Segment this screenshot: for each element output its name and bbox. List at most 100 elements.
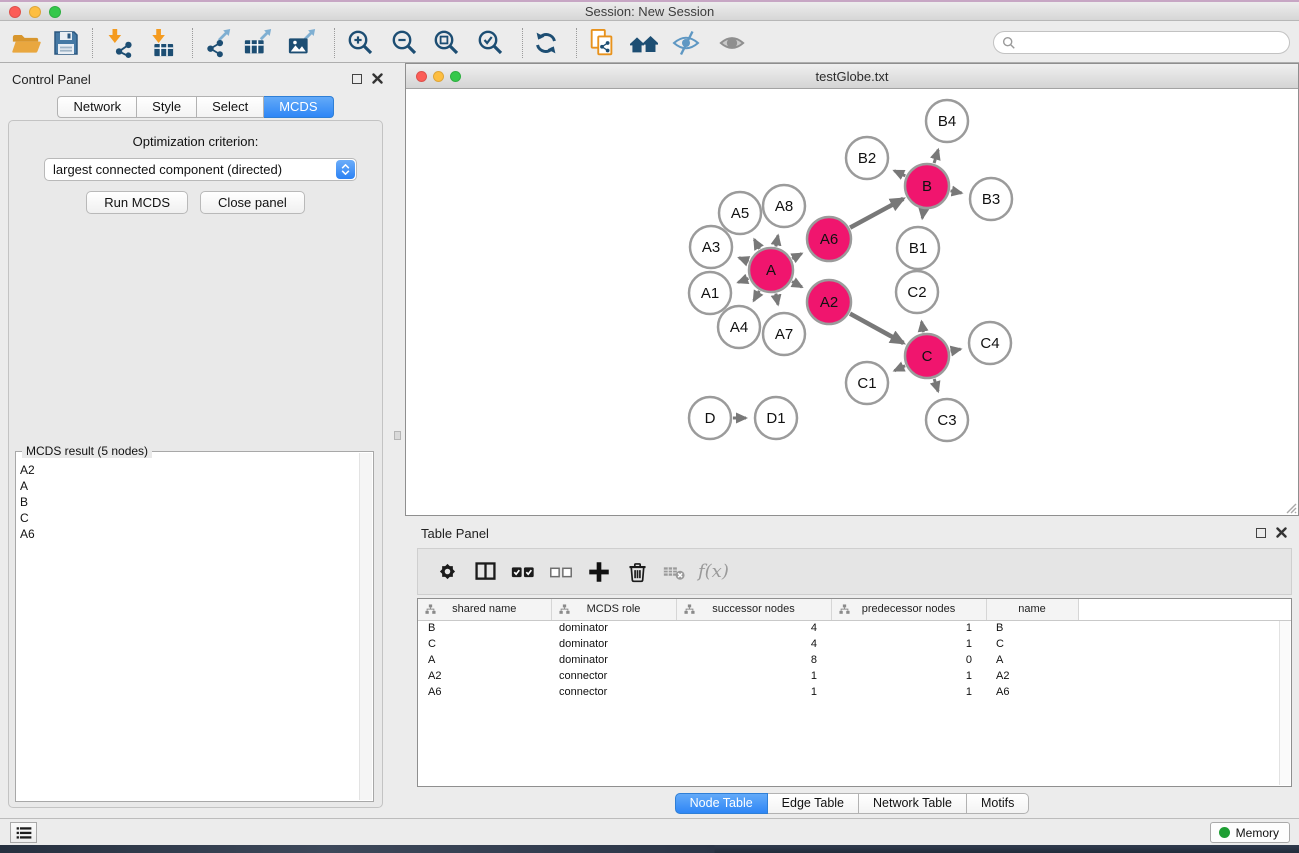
close-window-button[interactable] (9, 6, 21, 18)
splitter-grip[interactable] (394, 431, 401, 440)
table-settings-button[interactable] (428, 556, 466, 588)
graph-edge-A-A3[interactable] (739, 258, 749, 262)
tab-style[interactable]: Style (137, 96, 197, 118)
graph-edge-B-B1[interactable] (922, 210, 923, 219)
select-all-columns-button[interactable] (504, 556, 542, 588)
search-input[interactable] (1021, 36, 1281, 50)
mcds-result-item[interactable]: C (20, 510, 356, 526)
table-header-filler (1078, 599, 1291, 620)
graph-edge-A2-C[interactable] (850, 314, 903, 343)
duplicate-network-button[interactable] (584, 26, 620, 60)
float-panel-icon[interactable] (352, 74, 362, 84)
close-panel-icon[interactable] (372, 73, 383, 84)
window-titlebar[interactable]: Session: New Session (0, 2, 1299, 21)
scrollbar[interactable] (359, 453, 372, 800)
table-row[interactable]: A2connector11A2 (418, 668, 1291, 684)
mcds-result-item[interactable]: B (20, 494, 356, 510)
tab-select[interactable]: Select (197, 96, 264, 118)
graph-edge-B-B2[interactable] (894, 171, 905, 176)
deselect-all-columns-button[interactable] (542, 556, 580, 588)
memory-status-icon (1219, 827, 1230, 838)
graph-edge-C-C1[interactable] (894, 366, 905, 371)
table-row[interactable]: Cdominator41C (418, 636, 1291, 652)
graph-edge-B-B3[interactable] (951, 191, 962, 193)
search-field[interactable] (993, 31, 1290, 54)
tab-mcds[interactable]: MCDS (264, 96, 333, 118)
resize-grip-icon[interactable] (1283, 500, 1297, 514)
close-panel-button[interactable]: Close panel (200, 191, 305, 214)
delete-column-button[interactable] (618, 556, 656, 588)
select-stepper-icon[interactable] (336, 160, 355, 179)
table-row[interactable]: Adominator80A (418, 652, 1291, 668)
graph-edge-A-A1[interactable] (738, 279, 748, 283)
refresh-button[interactable] (528, 26, 564, 60)
network-canvas[interactable]: B4B2BB3A8A5A6A3B1AC2A1A2A4A7C4CC1DD1C3 (406, 90, 1298, 515)
graph-edge-A-A8[interactable] (776, 235, 778, 246)
table-cell: A2 (418, 668, 551, 684)
toolbar-separator (576, 28, 577, 58)
column-header-name[interactable]: name (986, 599, 1078, 620)
minimize-window-button[interactable] (29, 6, 41, 18)
graph-node-label: A6 (820, 231, 838, 248)
task-history-button[interactable] (10, 822, 37, 843)
minimize-view-button[interactable] (433, 71, 444, 82)
close-panel-icon[interactable] (1276, 527, 1287, 538)
column-header-shared-name[interactable]: shared name (418, 599, 551, 620)
show-all-button[interactable] (714, 26, 750, 60)
export-table-button[interactable] (240, 26, 276, 60)
import-table-button[interactable] (142, 26, 178, 60)
memory-status-button[interactable]: Memory (1210, 822, 1290, 843)
export-network-button[interactable] (200, 26, 236, 60)
column-header-successor-nodes[interactable]: successor nodes (676, 599, 831, 620)
tab-motifs[interactable]: Motifs (967, 793, 1029, 814)
column-header-MCDS-role[interactable]: MCDS role (551, 599, 676, 620)
save-session-button[interactable] (48, 26, 84, 60)
float-panel-icon[interactable] (1256, 528, 1266, 538)
mcds-result-item[interactable]: A2 (20, 462, 356, 478)
column-header-predecessor-nodes[interactable]: predecessor nodes (831, 599, 986, 620)
graph-node-label: A5 (731, 205, 749, 222)
import-network-button[interactable] (102, 26, 138, 60)
criterion-select[interactable]: largest connected component (directed) (44, 158, 357, 181)
maximize-view-button[interactable] (450, 71, 461, 82)
graph-edge-A-A2[interactable] (792, 282, 802, 287)
graph-edge-A-A7[interactable] (776, 294, 778, 305)
graph-edge-A-A5[interactable] (754, 239, 759, 249)
maximize-window-button[interactable] (49, 6, 61, 18)
zoom-selected-button[interactable] (472, 26, 508, 60)
graph-edge-C-C4[interactable] (951, 349, 961, 351)
zoom-in-button[interactable] (342, 26, 378, 60)
table-row[interactable]: Bdominator41B (418, 620, 1291, 636)
zoom-fit-button[interactable] (428, 26, 464, 60)
export-image-button[interactable] (284, 26, 320, 60)
scrollbar[interactable] (1279, 621, 1290, 785)
graph-edge-B-B4[interactable] (934, 150, 938, 163)
home-button[interactable] (626, 26, 662, 60)
panel-splitter[interactable] (391, 63, 405, 813)
open-session-button[interactable] (8, 26, 44, 60)
table-row[interactable]: A6connector11A6 (418, 684, 1291, 700)
graph-edge-C-C2[interactable] (922, 322, 924, 333)
tab-edge-table[interactable]: Edge Table (768, 793, 859, 814)
graph-edge-A6-B[interactable] (850, 199, 903, 228)
network-window-titlebar[interactable]: testGlobe.txt (406, 64, 1298, 89)
mcds-result-item[interactable]: A (20, 478, 356, 494)
zoom-out-button[interactable] (386, 26, 422, 60)
hide-unselected-button[interactable] (668, 26, 704, 60)
function-builder-button[interactable]: f(x) (698, 561, 729, 582)
run-mcds-button[interactable]: Run MCDS (86, 191, 188, 214)
tab-network[interactable]: Network (57, 96, 137, 118)
graph-edge-A-A6[interactable] (792, 254, 802, 259)
tab-network-table[interactable]: Network Table (859, 793, 967, 814)
delete-table-button[interactable] (656, 556, 694, 588)
show-column-button[interactable] (466, 556, 504, 588)
mcds-result-list: A2ABCA6 (20, 462, 356, 799)
close-view-button[interactable] (416, 71, 427, 82)
graph-edge-A-A4[interactable] (754, 291, 760, 301)
create-column-button[interactable] (580, 556, 618, 588)
network-window-controls (416, 71, 461, 82)
export-network-icon (203, 28, 233, 58)
graph-edge-C-C3[interactable] (934, 379, 938, 392)
mcds-result-item[interactable]: A6 (20, 526, 356, 542)
tab-node-table[interactable]: Node Table (675, 793, 768, 814)
